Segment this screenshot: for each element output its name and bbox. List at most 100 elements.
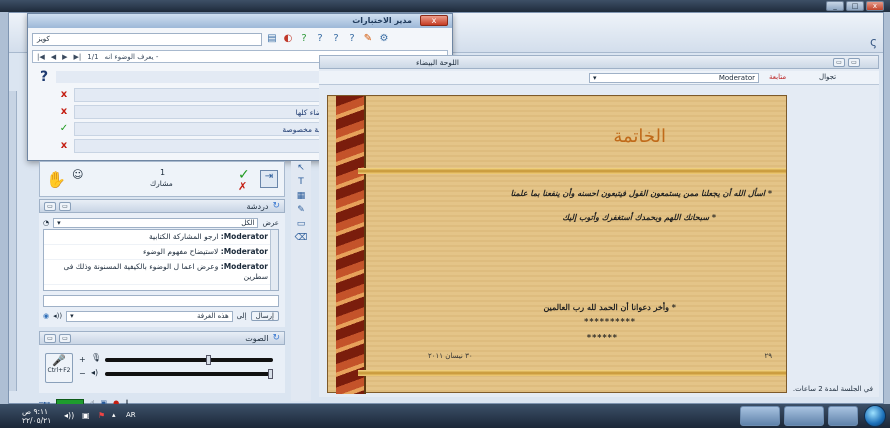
start-button[interactable]: [864, 405, 886, 427]
chat-message: Moderator: لاستيضاح مفهوم الوضوء: [44, 245, 278, 260]
room-label: هذه الغرفة: [196, 311, 229, 320]
edit-icon[interactable]: ✎: [362, 33, 374, 45]
pointer-icon[interactable]: ↖: [291, 161, 311, 175]
left-minibar: [9, 91, 17, 391]
flag-tray-icon[interactable]: ⚑: [98, 411, 105, 420]
panel-restore-icon[interactable]: ▭: [833, 58, 845, 67]
follow-label[interactable]: متابعة: [769, 73, 786, 81]
chat-message: Moderator: ارجو المشاركة الكتابية: [44, 230, 278, 245]
filter-all: الكل: [241, 218, 255, 227]
slide-stars-2: ******: [586, 332, 618, 342]
filter-view: عرض: [262, 218, 279, 227]
panel-min-icon[interactable]: ▭: [848, 58, 860, 67]
chat-filter-select[interactable]: ▾ الكل: [53, 217, 259, 228]
mic-level-icon: 🎙: [91, 353, 102, 362]
taskbar: ٩:١١ ص ٢٢/٠٥/٢١ ◂)) ▣ ⚑ ▴ AR: [0, 404, 890, 428]
whiteboard-window-buttons: ▭ ▭: [833, 58, 860, 67]
microphone-icon: 🎤: [52, 354, 66, 367]
screen-top-strip: _ □ x: [0, 0, 890, 12]
emoticon-icon[interactable]: ☺: [72, 168, 83, 181]
chat-filter: ◔ ▾ الكل عرض: [43, 217, 279, 228]
presenter-select[interactable]: ▾ Moderator: [589, 73, 759, 83]
slide-line-3: * وأخر دعوانا أن الحمد لله رب العالمين: [543, 302, 676, 312]
panel-restore-icon[interactable]: ▭: [44, 201, 56, 211]
text-tool-icon[interactable]: T: [291, 175, 311, 189]
blue-question-icon[interactable]: ?: [314, 33, 326, 45]
first-icon[interactable]: |◀: [37, 53, 45, 61]
minus-icon: −: [79, 369, 86, 378]
chat-sender: Moderator:: [220, 262, 268, 271]
shape-tool-icon[interactable]: ▭: [291, 217, 311, 231]
tray-expand-icon[interactable]: ▴: [112, 411, 116, 419]
chat-input[interactable]: [43, 295, 279, 307]
next-icon[interactable]: ▶: [62, 53, 67, 61]
taskbar-app-3[interactable]: [828, 406, 858, 426]
panel-restore-icon[interactable]: ▭: [44, 333, 56, 343]
slide-line-1: * اسأل الله أن يجعلنا ممن يستمعون القول …: [510, 188, 772, 198]
taskbar-app-2[interactable]: [784, 406, 824, 426]
navigate-label[interactable]: تجوال: [819, 73, 836, 81]
clock-date: ٢٢/٠٥/٢١: [22, 416, 52, 425]
question-icon[interactable]: ?: [330, 33, 342, 45]
network-tray-icon[interactable]: ▣: [82, 411, 90, 420]
slide-page-number: ٢٩: [764, 352, 772, 360]
gold-divider-bottom: [358, 370, 786, 376]
quiz-toolbar: كويز ▤ ◐ ? ? ? ? ✎ ⚙: [32, 32, 446, 46]
mic-slider[interactable]: [105, 355, 273, 365]
plus-icon: +: [79, 355, 86, 364]
last-icon[interactable]: ▶|: [74, 53, 82, 61]
close-button[interactable]: x: [866, 1, 884, 11]
eraser-tool-icon[interactable]: ⌫: [291, 231, 311, 245]
panel-min-icon[interactable]: ▭: [59, 333, 71, 343]
chevron-down-icon: ▾: [593, 74, 597, 82]
mic-slider-thumb[interactable]: [206, 355, 212, 365]
image-tool-icon[interactable]: ▦: [291, 189, 311, 203]
chat-scrollbar[interactable]: [270, 230, 278, 290]
stats-icon[interactable]: ◐: [282, 33, 294, 45]
pen-tool-icon[interactable]: ✎: [291, 203, 311, 217]
prev-icon[interactable]: ◀: [51, 53, 56, 61]
x-icon[interactable]: ✗: [238, 180, 247, 193]
volume-slider[interactable]: [105, 369, 273, 379]
eye-icon[interactable]: ◉: [43, 312, 49, 320]
green-question-icon[interactable]: ?: [298, 33, 310, 45]
room-select[interactable]: ▾ هذه الغرفة: [66, 310, 233, 322]
chat-text: ارجو المشاركة الكتابية: [149, 232, 219, 241]
nav-counter: 1/1: [87, 52, 99, 61]
chat-message: Moderator: وعرض اعما ل الوضوء بالكيفية ا…: [44, 260, 278, 285]
option-3-mark: ✓: [59, 123, 69, 134]
volume-tray-icon[interactable]: ◂)): [64, 411, 74, 420]
app-window: ς مدير الاختبارات x كويز ▤ ◐ ? ? ? ? ✎ ⚙…: [8, 12, 884, 407]
whiteboard-title: اللوحة البيضاء: [416, 58, 459, 67]
language-indicator[interactable]: AR: [126, 411, 136, 419]
panel-min-icon[interactable]: ▭: [59, 201, 71, 211]
settings-icon[interactable]: ⚙: [378, 33, 390, 45]
window-controls: _ □ x: [826, 1, 884, 11]
quiz-name-field[interactable]: كويز: [32, 32, 262, 46]
taskbar-clock[interactable]: ٩:١١ ص ٢٢/٠٥/٢١: [22, 407, 51, 425]
chat-text: لاستيضاح مفهوم الوضوء: [143, 247, 219, 256]
chat-send-row: ◉ ◂)) ▾ هذه الغرفة إلى إرسال: [43, 310, 279, 322]
audio-send-icon[interactable]: ◂)): [53, 312, 62, 320]
help-question-icon[interactable]: ?: [346, 33, 358, 45]
exit-icon[interactable]: ⇥: [260, 170, 278, 188]
slide-spiral-decoration: [336, 96, 366, 394]
chat-clock-icon[interactable]: ◔: [43, 219, 49, 227]
option-1-mark: x: [60, 89, 68, 100]
taskbar-app-1[interactable]: [740, 406, 780, 426]
raise-hand-icon[interactable]: ✋: [46, 170, 66, 189]
maximize-button[interactable]: □: [846, 1, 864, 11]
audio-title: الصوت: [245, 333, 269, 343]
audio-panel: ▭ ▭ الصوت ↻ 🎤 Ctrl+F2 + − 🎙 ◂): [39, 331, 285, 393]
c-icon[interactable]: ς: [870, 35, 877, 49]
talk-button[interactable]: 🎤 Ctrl+F2: [45, 353, 73, 383]
list-icon[interactable]: ▤: [266, 33, 278, 45]
quiz-close-button[interactable]: x: [420, 15, 448, 26]
chat-title: دردشة: [246, 201, 269, 211]
audio-icon: ↻: [272, 333, 280, 343]
volume-slider-thumb[interactable]: [268, 369, 273, 379]
participant-count: 1: [160, 168, 166, 177]
minimize-button[interactable]: _: [826, 1, 844, 11]
chevron-down-icon: ▾: [70, 311, 74, 320]
send-button[interactable]: إرسال: [250, 311, 279, 321]
